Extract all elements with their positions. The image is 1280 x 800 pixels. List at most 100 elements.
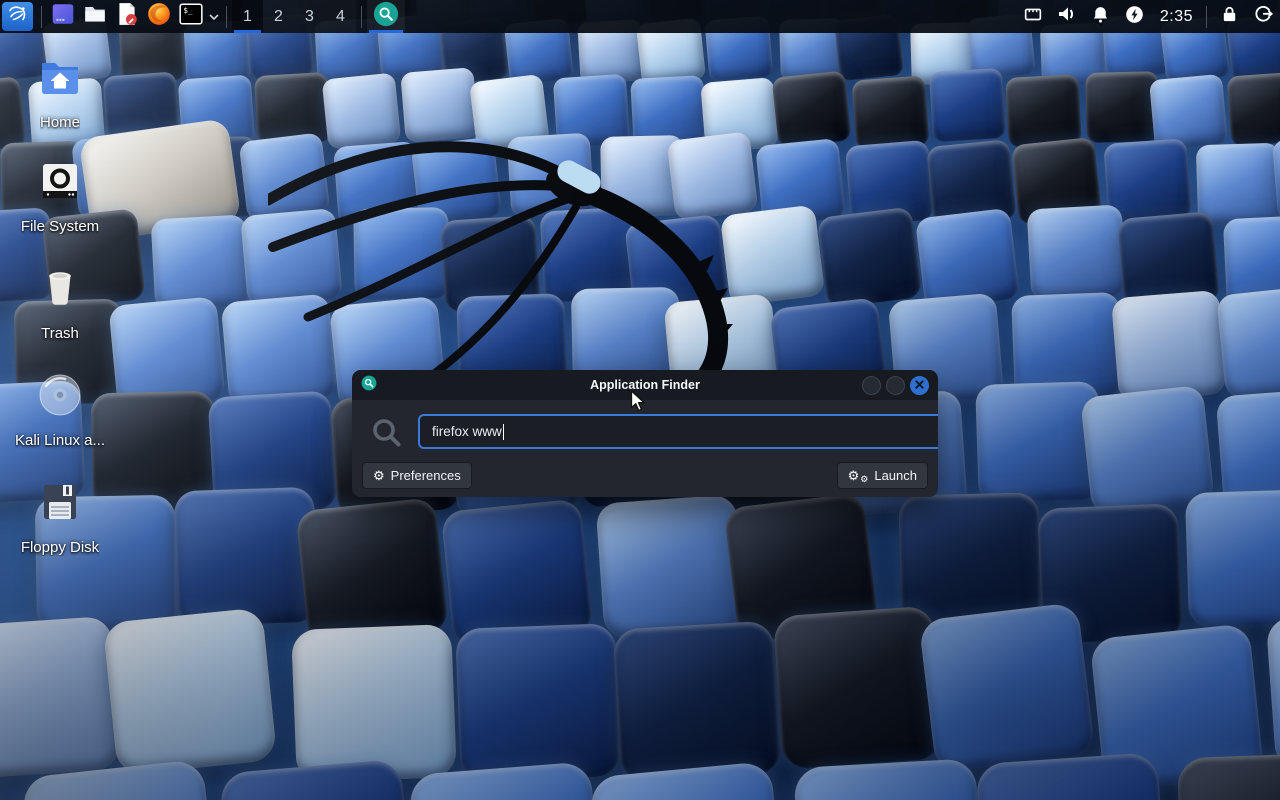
desktop-icon-floppy-disk[interactable]: Floppy Disk	[8, 478, 112, 556]
panel-separator	[226, 6, 227, 28]
document-edit-icon	[114, 1, 140, 32]
close-icon	[915, 376, 924, 394]
optical-disc-icon	[36, 371, 84, 424]
wallpaper-cube	[1196, 143, 1280, 225]
window-icon	[50, 1, 76, 32]
workspace-number: 4	[336, 8, 345, 26]
text-caret	[503, 424, 505, 440]
terminal-dropdown-button[interactable]	[207, 0, 221, 33]
notifications-tray-button[interactable]	[1084, 0, 1118, 33]
wallpaper-cube	[1080, 384, 1215, 515]
firefox-icon	[146, 1, 172, 32]
launcher-file-manager-button[interactable]	[79, 0, 111, 33]
wallpaper-cube	[219, 759, 415, 800]
wallpaper-cube	[1266, 607, 1280, 771]
wallpaper-cube	[400, 68, 478, 144]
system-tray: 2:35	[1016, 0, 1280, 33]
wallpaper-cube	[771, 70, 851, 147]
search-magnifier-icon	[369, 415, 405, 456]
preferences-button-label: Preferences	[391, 468, 461, 483]
search-input[interactable]: firefox www ↓	[418, 414, 938, 449]
finder-body: firefox www ↓ ⚙ Preferences ⚙⚙ Launch	[352, 400, 938, 497]
desktop-icon-file-system[interactable]: File System	[8, 157, 112, 235]
wallpaper-cube	[240, 208, 342, 307]
workspace-1[interactable]: 1	[232, 0, 263, 33]
wallpaper-cube	[239, 133, 331, 222]
preferences-button[interactable]: ⚙ Preferences	[362, 462, 472, 489]
wallpaper-cube	[817, 206, 922, 308]
lock-screen-button[interactable]	[1212, 0, 1246, 33]
desktop-icon-trash[interactable]: Trash	[8, 264, 112, 342]
desktop-icon-home[interactable]: Home	[8, 53, 112, 131]
execute-gears-icon: ⚙	[848, 469, 860, 482]
volume-tray-button[interactable]	[1050, 0, 1084, 33]
close-button[interactable]	[910, 376, 929, 395]
wallpaper-cube	[1226, 71, 1280, 146]
launch-button[interactable]: ⚙⚙ Launch	[837, 462, 928, 489]
launcher-text-editor-button[interactable]	[111, 0, 143, 33]
desktop-icon-kali-disc[interactable]: Kali Linux a...	[8, 371, 112, 449]
wallpaper-cube	[595, 494, 744, 638]
wallpaper-cube	[455, 623, 621, 782]
top-panel: $_ 1 2 3 4	[0, 0, 1280, 33]
power-manager-tray-button[interactable]	[1118, 0, 1152, 33]
workspace-number: 3	[305, 8, 314, 26]
workspace-number: 2	[274, 8, 283, 26]
panel-separator	[1206, 6, 1207, 28]
logout-button[interactable]	[1246, 0, 1280, 33]
applications-menu-button[interactable]	[2, 2, 33, 31]
wallpaper-cube	[1111, 290, 1227, 402]
bell-icon	[1090, 4, 1111, 30]
desktop-icon-label: Trash	[41, 325, 79, 342]
wallpaper-cube	[0, 616, 120, 780]
terminal-icon: $_	[178, 1, 204, 32]
trash-can-icon	[36, 264, 84, 317]
home-folder-icon	[36, 53, 84, 106]
launcher-firefox-button[interactable]	[143, 0, 175, 33]
wallpaper-cube	[353, 207, 449, 299]
lock-icon	[1219, 4, 1240, 30]
wallpaper-cube	[1027, 205, 1126, 301]
wallpaper-cube	[772, 606, 942, 770]
wallpaper-cube	[975, 382, 1102, 504]
network-tray-button[interactable]	[1016, 0, 1050, 33]
desktop-icon-label: Home	[40, 114, 80, 131]
speaker-icon	[1055, 2, 1079, 31]
power-bolt-icon	[1124, 4, 1145, 30]
workspace-4[interactable]: 4	[325, 0, 356, 33]
folder-icon	[82, 1, 108, 32]
application-finder-window: Application Finder firefox www ↓	[352, 370, 938, 497]
panel-separator	[41, 6, 42, 28]
wallpaper-cube	[1149, 74, 1228, 150]
wallpaper-cube	[852, 75, 930, 150]
panel-separator	[361, 6, 362, 28]
wallpaper-cube	[1005, 75, 1081, 149]
floppy-disk-icon	[36, 478, 84, 531]
wallpaper-cube	[322, 72, 401, 149]
wallpaper-cube	[1216, 285, 1280, 399]
svg-text:$_: $_	[183, 6, 193, 15]
wallpaper-cube	[295, 497, 448, 645]
minimize-button[interactable]	[862, 376, 881, 395]
taskbar-app-finder-button[interactable]	[367, 0, 405, 33]
titlebar[interactable]: Application Finder	[352, 370, 938, 400]
desktop-icon-label: Floppy Disk	[21, 539, 99, 556]
wallpaper-cube	[291, 624, 457, 783]
maximize-button[interactable]	[886, 376, 905, 395]
clock[interactable]: 2:35	[1152, 8, 1201, 26]
chevron-down-icon	[208, 8, 220, 26]
workspace-3[interactable]: 3	[294, 0, 325, 33]
desktop-icon-label: Kali Linux a...	[15, 432, 105, 449]
window-title: Application Finder	[352, 378, 938, 392]
wallpaper-cube	[507, 132, 595, 217]
desktop-icon-label: File System	[21, 218, 99, 235]
wallpaper-cube	[666, 131, 758, 220]
wallpaper-cube	[1085, 71, 1159, 143]
launcher-window-button[interactable]	[47, 0, 79, 33]
wallpaper-cube	[720, 205, 825, 306]
search-icon	[373, 1, 399, 32]
hard-drive-icon	[36, 157, 84, 210]
wallpaper-cube	[174, 487, 319, 626]
workspace-2[interactable]: 2	[263, 0, 294, 33]
launcher-terminal-button[interactable]: $_	[175, 0, 207, 33]
